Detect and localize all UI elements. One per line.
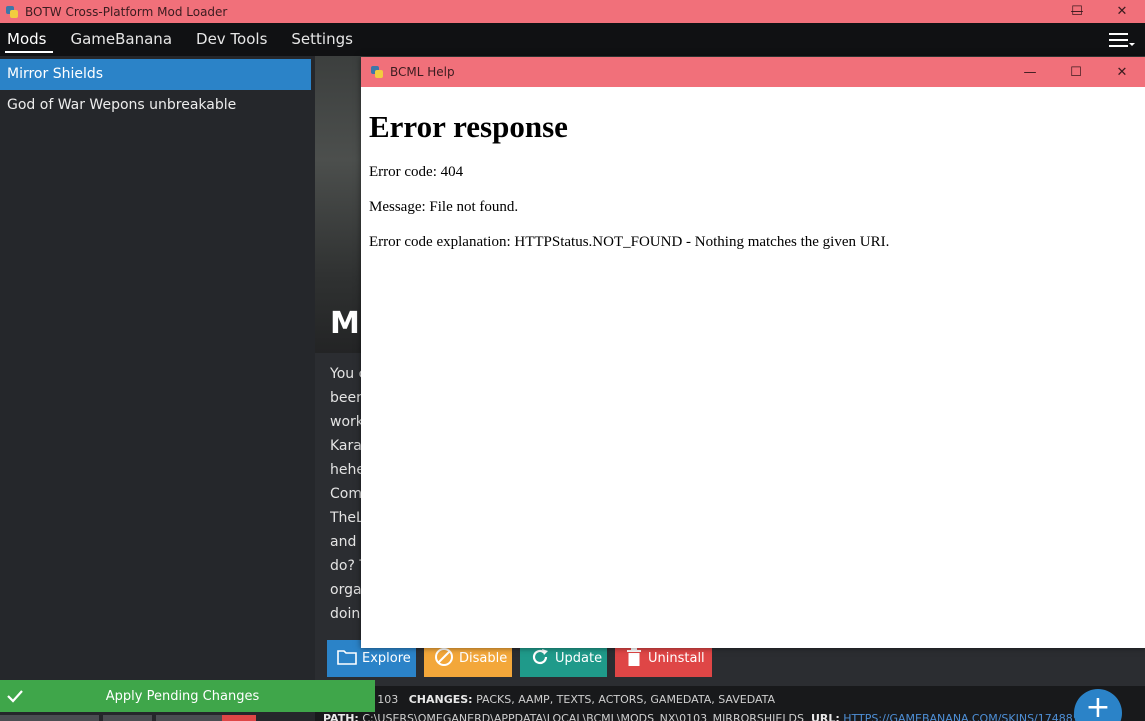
dialog-close-button[interactable]: ✕ bbox=[1099, 57, 1145, 87]
mod-list-item[interactable]: God of War Wepons unbreakable bbox=[0, 90, 311, 121]
hamburger-menu-icon[interactable] bbox=[1109, 31, 1135, 49]
tab-settings[interactable]: Settings bbox=[279, 23, 365, 56]
python-app-icon bbox=[370, 65, 384, 79]
python-app-icon bbox=[5, 5, 19, 19]
mod-list-sidebar: Mirror Shields God of War Wepons unbreak… bbox=[0, 56, 315, 721]
dialog-title: BCML Help bbox=[390, 65, 455, 79]
block-icon bbox=[434, 647, 454, 671]
maximize-button[interactable]: ☐ bbox=[1054, 0, 1100, 23]
changes-label: CHANGES: bbox=[408, 693, 473, 706]
folder-icon bbox=[337, 649, 357, 669]
window-title: BOTW Cross-Platform Mod Loader bbox=[25, 4, 228, 19]
dialog-maximize-button[interactable]: ☐ bbox=[1053, 57, 1099, 87]
path-label: PATH: bbox=[323, 712, 359, 721]
tab-mods[interactable]: Mods bbox=[0, 23, 58, 56]
mod-list-item[interactable]: Mirror Shields bbox=[0, 59, 311, 90]
error-code: Error code: 404 bbox=[369, 164, 464, 180]
window-titlebar: BOTW Cross-Platform Mod Loader — bbox=[0, 0, 1145, 23]
path-value: C:\USERS\OMEGANERD\APPDATA\LOCAL\BCML\MO… bbox=[362, 712, 804, 721]
tab-dev-tools[interactable]: Dev Tools bbox=[184, 23, 279, 56]
trash-icon bbox=[625, 647, 643, 671]
url-label: URL: bbox=[810, 712, 840, 721]
sidebar-footer-delete-button[interactable] bbox=[222, 715, 256, 721]
error-heading: Error response bbox=[369, 109, 568, 144]
dialog-titlebar: BCML Help — ☐ ✕ bbox=[361, 57, 1145, 87]
error-explanation: Error code explanation: HTTPStatus.NOT_F… bbox=[369, 234, 890, 250]
sidebar-footer-button[interactable] bbox=[0, 715, 99, 721]
error-message: Message: File not found. bbox=[369, 199, 519, 215]
url-link[interactable]: HTTPS://GAMEBANANA.COM/SKINS/174885 bbox=[843, 712, 1080, 721]
apply-pending-changes-button[interactable]: Apply Pending Changes bbox=[0, 680, 375, 712]
mod-info-bar: : 103 CHANGES: PACKS, AAMP, TEXTS, ACTOR… bbox=[315, 686, 1145, 721]
tab-gamebanana[interactable]: GameBanana bbox=[58, 23, 184, 56]
close-button[interactable]: ✕ bbox=[1099, 0, 1145, 23]
sidebar-footer-button[interactable] bbox=[156, 715, 222, 721]
refresh-icon bbox=[530, 647, 550, 671]
menu-bar: Mods GameBanana Dev Tools Settings bbox=[0, 23, 1145, 56]
checkmark-icon bbox=[0, 689, 30, 703]
changes-value: PACKS, AAMP, TEXTS, ACTORS, GAMEDATA, SA… bbox=[476, 693, 776, 706]
sidebar-footer-button[interactable] bbox=[103, 715, 152, 721]
dialog-content: Error response Error code: 404 Message: … bbox=[361, 109, 1145, 251]
dialog-minimize-button[interactable]: — bbox=[1007, 57, 1053, 87]
help-dialog: BCML Help — ☐ ✕ Error response Error cod… bbox=[361, 57, 1145, 648]
